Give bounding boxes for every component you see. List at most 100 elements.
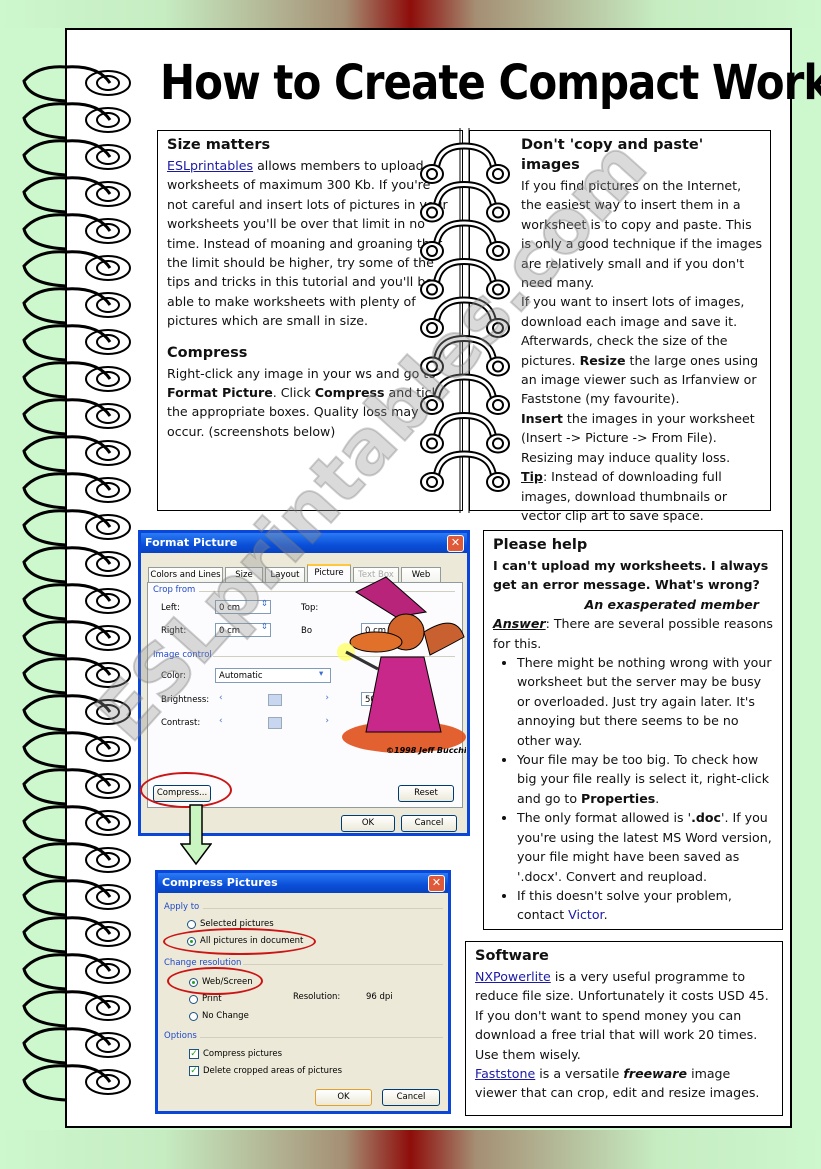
spiral-coil	[22, 953, 131, 991]
tab-colors-and-lines[interactable]: Colors and Lines	[148, 567, 223, 582]
spiral-coil	[22, 990, 131, 1028]
spiral-coil	[22, 361, 131, 399]
resolution-value: 96 dpi	[366, 992, 393, 1002]
binding-ring	[420, 142, 510, 184]
wizard-duck-clipart: ©1998 Jeff Bucchino	[337, 576, 466, 755]
spiral-coil	[22, 287, 131, 325]
checkbox-delete-cropped[interactable]: ✓	[189, 1066, 199, 1076]
radio-selected-pictures[interactable]	[187, 920, 196, 929]
no-change-label: No Change	[202, 1011, 249, 1021]
binding-ring	[420, 296, 510, 338]
contrast-thumb[interactable]	[268, 717, 282, 729]
compress-pictures-label: Compress pictures	[203, 1049, 283, 1059]
close-icon[interactable]: ✕	[428, 875, 445, 892]
binding-ring	[420, 219, 510, 261]
tab-size[interactable]: Size	[225, 567, 263, 582]
cancel-button[interactable]: Cancel	[401, 815, 457, 832]
software-p2: Faststone is a versatile freeware image …	[475, 1066, 760, 1101]
spiral-coil	[22, 620, 131, 658]
delete-cropped-label: Delete cropped areas of pictures	[203, 1066, 343, 1076]
color-label: Color:	[161, 671, 186, 681]
spiral-coil	[22, 398, 131, 436]
chevron-down-icon[interactable]: ▾	[319, 669, 323, 679]
ok-button[interactable]: OK	[315, 1089, 372, 1106]
binding-ring	[420, 180, 510, 223]
spiral-coil	[22, 879, 131, 917]
tab-layout[interactable]: Layout	[265, 567, 305, 582]
format-picture-titlebar: Format Picture ✕	[141, 533, 467, 553]
radio-no-change[interactable]	[189, 1012, 198, 1021]
nxpowerlite-link[interactable]: NXPowerlite	[475, 969, 551, 984]
compress-pictures-titlebar: Compress Pictures ✕	[158, 873, 448, 893]
spiral-coil	[22, 139, 131, 177]
list-item: There might be nothing wrong with your w…	[517, 653, 773, 750]
spiral-coil	[22, 176, 131, 214]
please-help-box: Please help I can't upload my worksheets…	[483, 530, 783, 930]
compress-text: Right-click any image in your ws and go …	[167, 365, 439, 439]
binding-ring	[420, 257, 510, 300]
contrast-slider[interactable]: ‹ ›	[219, 716, 329, 729]
clipart-credit: ©1998 Jeff Bucchino	[386, 746, 466, 755]
spiral-coil	[22, 546, 131, 584]
spiral-coil	[22, 694, 131, 732]
spiral-coil	[22, 1027, 131, 1065]
compress-heading: Compress	[167, 344, 248, 361]
help-reasons-list: There might be nothing wrong with your w…	[493, 653, 773, 925]
separator	[243, 964, 443, 965]
crop-from-label: Crop from	[153, 585, 196, 595]
list-item: Your file may be too big. To check how b…	[517, 750, 773, 808]
help-question: I can't upload my worksheets. I always g…	[493, 558, 769, 593]
left-label: Left:	[161, 603, 180, 613]
image-control-label: Image control	[153, 650, 212, 660]
binding-ring	[420, 334, 510, 377]
size-matters-heading: Size matters	[167, 137, 271, 153]
faststone-link[interactable]: Faststone	[475, 1066, 535, 1081]
all-pictures-highlight-ellipse	[163, 928, 316, 955]
close-icon[interactable]: ✕	[447, 535, 464, 552]
cancel-button[interactable]: Cancel	[382, 1089, 440, 1106]
compress-highlight-ellipse	[140, 772, 232, 808]
contrast-label: Contrast:	[161, 718, 201, 728]
resolution-label: Resolution:	[293, 992, 341, 1002]
options-label: Options	[164, 1031, 197, 1041]
spinner-icon[interactable]: ⇕	[261, 622, 268, 632]
software-heading: Software	[475, 948, 549, 964]
separator	[203, 908, 443, 909]
reset-button[interactable]: Reset	[398, 785, 454, 802]
brightness-thumb[interactable]	[268, 694, 282, 706]
bottom-label: Bo	[301, 626, 313, 636]
radio-print[interactable]	[189, 995, 198, 1004]
spiral-coil	[22, 435, 131, 473]
copy-paste-p3: Insert the images in your worksheet (Ins…	[521, 410, 755, 465]
ok-button[interactable]: OK	[341, 815, 395, 832]
web-screen-highlight-ellipse	[167, 967, 263, 995]
spiral-coil	[22, 842, 131, 880]
help-answer: Answer: There are several possible reaso…	[493, 616, 773, 651]
spiral-coil	[22, 213, 131, 251]
separator	[200, 1037, 443, 1038]
software-box: Software NXPowerlite is a very useful pr…	[465, 941, 783, 1116]
top-label: Top:	[301, 603, 319, 613]
eslprintables-link[interactable]: ESLprintables	[167, 158, 253, 173]
victor-link[interactable]: Victor	[568, 907, 603, 922]
spiral-coil	[22, 583, 131, 621]
print-label: Print	[202, 994, 222, 1004]
brightness-slider[interactable]: ‹ ›	[219, 693, 329, 706]
spiral-coil	[22, 916, 131, 954]
spinner-icon[interactable]: ⇕	[261, 599, 268, 609]
spiral-coil	[22, 657, 131, 695]
help-signature: An exasperated member	[584, 596, 759, 612]
spiral-coil	[22, 324, 131, 362]
copy-paste-tip: Tip: Instead of downloading full images,…	[521, 469, 728, 523]
right-label: Right:	[161, 626, 187, 636]
down-arrow-icon	[180, 804, 212, 866]
ring-binding	[420, 128, 510, 513]
checkbox-compress-pictures[interactable]: ✓	[189, 1049, 199, 1059]
brightness-label: Brightness:	[161, 695, 210, 705]
binding-ring	[420, 411, 510, 454]
copy-paste-heading: Don't 'copy and paste' images	[521, 137, 704, 173]
size-matters-text: ESLprintables allows members to upload w…	[167, 158, 448, 329]
binding-ring	[420, 450, 510, 492]
color-select[interactable]: Automatic	[215, 668, 331, 683]
spiral-coil	[22, 1064, 131, 1102]
